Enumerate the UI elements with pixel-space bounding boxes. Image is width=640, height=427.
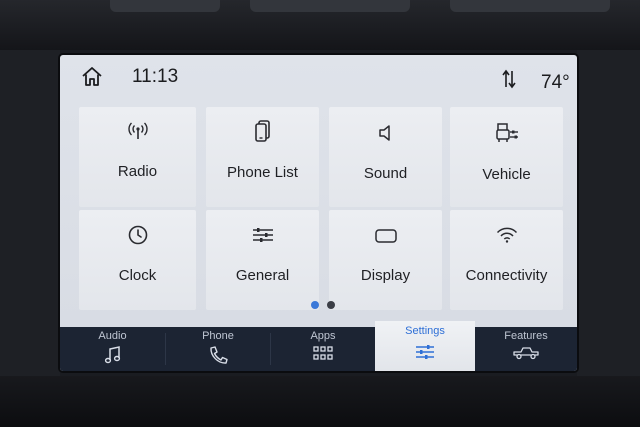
tile-label: General [235,267,290,284]
status-time: 11:13 [132,66,179,87]
tile-vehicle[interactable]: Vehicle [450,107,563,207]
status-bar: 11:13 74° [60,55,577,99]
apps-grid-icon [313,346,333,360]
vehicle-settings-icon [495,123,518,142]
tile-label: Display [360,267,411,284]
phone-list-icon [254,120,270,142]
tile-label: Radio [117,163,158,180]
clock-icon [128,225,147,245]
wifi-icon [496,227,517,243]
phone-handset-icon [210,346,228,364]
radio-antenna-icon [127,122,148,139]
dashboard-bezel-bottom [0,376,640,427]
nav-label: Apps [310,330,336,342]
nav-settings[interactable]: Settings [375,321,475,371]
home-icon[interactable] [80,65,104,89]
speaker-icon [378,125,390,141]
infotainment-screen: 11:13 74° Radio Phone List Sound Vehicle… [60,55,577,371]
nav-features[interactable]: Features [475,327,577,371]
bezel-slot [110,0,220,12]
nav-label: Audio [98,330,127,342]
tile-label: Connectivity [465,267,548,284]
bottom-nav-bar: Audio Phone Apps Settings Features [60,321,577,371]
tile-connectivity[interactable]: Connectivity [450,210,563,310]
data-transfer-icon [502,69,516,89]
bezel-slot [250,0,410,12]
bezel-right [577,50,640,376]
tile-general[interactable]: General [206,210,319,310]
nav-label: Features [504,330,548,342]
nav-label: Settings [405,325,445,337]
tile-sound[interactable]: Sound [329,107,442,207]
tile-radio[interactable]: Radio [79,107,196,207]
page-dot[interactable] [327,301,335,309]
tile-label: Vehicle [482,166,531,183]
bezel-slot [450,0,610,12]
truck-icon [513,347,539,360]
tile-display[interactable]: Display [329,210,442,310]
tile-phone-list[interactable]: Phone List [206,107,319,207]
nav-phone[interactable]: Phone [166,327,270,371]
page-dot-active[interactable] [311,301,319,309]
music-note-icon [104,346,120,364]
nav-apps[interactable]: Apps [271,327,375,371]
outside-temperature: 74° [541,72,570,93]
display-icon [374,229,397,243]
tile-label: Phone List [227,164,298,181]
tile-clock[interactable]: Clock [79,210,196,310]
nav-label: Phone [202,330,234,342]
bezel-left [0,50,60,376]
settings-sliders-icon [416,345,434,359]
nav-audio[interactable]: Audio [60,327,165,371]
sliders-icon [252,228,273,242]
tile-label: Sound [363,165,408,182]
tile-label: Clock [118,267,157,284]
